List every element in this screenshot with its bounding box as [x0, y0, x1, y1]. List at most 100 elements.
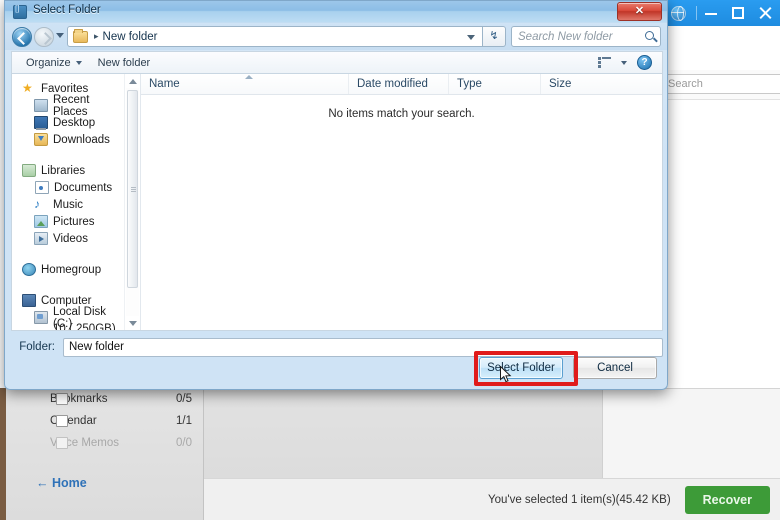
new-folder-button[interactable]: New folder: [90, 53, 159, 73]
sidebar-item-recent-places[interactable]: Recent Places: [12, 97, 124, 114]
background-window-titlebar: [663, 0, 780, 26]
chevron-down-icon[interactable]: [621, 61, 627, 65]
organize-label: Organize: [26, 53, 71, 73]
chevron-down-icon[interactable]: [467, 35, 475, 40]
sidebar-item-removable-drive[interactable]: 10 ( 250GB) (F:): [12, 326, 124, 330]
dialog-main-area: ★ Favorites Recent Places Desktop Downlo…: [11, 73, 663, 331]
sidebar-item-label: Libraries: [41, 165, 85, 177]
list-view-icon[interactable]: [598, 57, 611, 68]
sidebar-item-libraries[interactable]: Libraries: [12, 162, 124, 179]
help-icon[interactable]: [637, 55, 652, 70]
forward-arrow-icon[interactable]: [34, 27, 54, 47]
cancel-button[interactable]: Cancel: [573, 357, 657, 379]
select-folder-dialog: Select Folder ✕ ▸ New folder ↯ Search Ne…: [4, 0, 668, 390]
sidebar-item-label: Desktop: [53, 117, 95, 129]
sidebar-item-label: 10 ( 250GB) (F:): [53, 323, 124, 331]
chevron-down-icon[interactable]: [56, 33, 64, 38]
dialog-app-icon: [13, 5, 27, 19]
back-arrow-icon[interactable]: [12, 27, 32, 47]
documents-icon: [35, 181, 49, 194]
empty-list-message: No items match your search.: [141, 108, 662, 120]
column-header-size[interactable]: Size: [541, 74, 641, 94]
desktop-icon: [34, 116, 48, 129]
checkbox-voice-memos: [56, 437, 68, 449]
refresh-icon: ↯: [489, 30, 498, 42]
dialog-search-box[interactable]: Search New folder: [511, 26, 661, 47]
nav-group-homegroup: Homegroup: [12, 261, 124, 278]
breadcrumb-separator: ▸: [94, 31, 99, 42]
sidebar-item-label: Videos: [53, 233, 88, 245]
dialog-close-button[interactable]: ✕: [617, 2, 662, 21]
address-bar[interactable]: ▸ New folder: [67, 26, 483, 47]
downloads-icon: [34, 133, 48, 146]
background-right-column: [602, 389, 780, 478]
pictures-icon: [34, 215, 48, 228]
column-headers: Name Date modified Type Size: [141, 74, 662, 95]
dialog-title: Select Folder: [33, 4, 101, 16]
status-bar: You've selected 1 item(s)(45.42 KB) Reco…: [204, 478, 780, 520]
sidebar-item-label: Music: [53, 199, 83, 211]
column-label: Name: [149, 78, 180, 90]
list-item-count: 1/1: [176, 415, 192, 427]
sidebar-item-downloads[interactable]: Downloads: [12, 131, 124, 148]
organize-menu-button[interactable]: Organize: [18, 53, 90, 73]
sidebar-item-videos[interactable]: Videos: [12, 230, 124, 247]
sidebar-item-music[interactable]: ♪ Music: [12, 196, 124, 213]
folder-name-input[interactable]: New folder: [63, 338, 663, 357]
scrollbar-track[interactable]: [126, 88, 139, 316]
background-search-area: Search: [650, 70, 780, 100]
selection-status-text: You've selected 1 item(s)(45.42 KB): [488, 494, 671, 506]
sidebar-item-pictures[interactable]: Pictures: [12, 213, 124, 230]
list-item-count: 0/5: [176, 393, 192, 405]
checkbox-calendar[interactable]: [56, 415, 68, 427]
folder-name-row: Folder: New folder: [11, 337, 663, 357]
column-header-name[interactable]: Name: [141, 74, 349, 94]
nav-group-computer: Computer Local Disk (C:) 10 ( 250GB) (F:…: [12, 292, 124, 330]
recover-button[interactable]: Recover: [685, 486, 770, 514]
scrollbar-grip-icon: [131, 187, 136, 192]
refresh-button[interactable]: ↯: [483, 26, 506, 47]
navigation-pane-scrollbar[interactable]: [124, 74, 140, 330]
select-folder-button[interactable]: Select Folder: [479, 357, 563, 379]
dialog-button-row: Select Folder Cancel: [479, 357, 657, 379]
column-header-type[interactable]: Type: [449, 74, 541, 94]
dialog-titlebar: Select Folder ✕: [5, 1, 667, 23]
sidebar-item-label: Homegroup: [41, 264, 101, 276]
maximize-button[interactable]: [724, 0, 751, 26]
new-folder-label: New folder: [98, 53, 151, 73]
sidebar-item-label: Documents: [54, 182, 112, 194]
column-header-date-modified[interactable]: Date modified: [349, 74, 449, 94]
column-label: Size: [549, 78, 571, 90]
list-item: Voice Memos 0/0: [6, 432, 204, 454]
dialog-toolbar: Organize New folder: [11, 51, 663, 73]
checkbox-bookmarks[interactable]: [56, 393, 68, 405]
libraries-icon: [22, 164, 36, 177]
scrollbar-thumb[interactable]: [127, 90, 138, 288]
file-list-pane: Name Date modified Type Size No items ma…: [140, 74, 662, 330]
background-category-panel: Bookmarks 0/5 Calendar 1/1 Voice Memos 0…: [6, 388, 204, 520]
sidebar-item-homegroup[interactable]: Homegroup: [12, 261, 124, 278]
scroll-down-icon[interactable]: [125, 316, 140, 330]
star-icon: ★: [22, 82, 36, 95]
scroll-up-icon[interactable]: [125, 74, 140, 88]
computer-icon: [22, 294, 36, 307]
list-item[interactable]: Bookmarks 0/5: [6, 388, 204, 410]
list-item[interactable]: Calendar 1/1: [6, 410, 204, 432]
close-button[interactable]: [751, 0, 778, 26]
folder-icon: [73, 31, 88, 43]
nav-group-libraries: Libraries Documents ♪ Music Pictures Vid…: [12, 162, 124, 247]
search-input[interactable]: Search: [661, 74, 780, 94]
column-label: Date modified: [357, 78, 428, 90]
breadcrumb[interactable]: New folder: [103, 31, 158, 43]
sidebar-item-documents[interactable]: Documents: [12, 179, 124, 196]
search-input[interactable]: Search New folder: [518, 31, 613, 43]
videos-icon: [34, 232, 48, 245]
home-link[interactable]: ← Home: [36, 476, 87, 490]
sidebar-item-label: Downloads: [53, 134, 110, 146]
local-disk-icon: [34, 311, 48, 324]
folder-field-label: Folder:: [11, 341, 55, 353]
column-label: Type: [457, 78, 482, 90]
music-icon: ♪: [34, 198, 48, 211]
minimize-button[interactable]: [697, 0, 724, 26]
sort-ascending-icon: [245, 75, 253, 79]
